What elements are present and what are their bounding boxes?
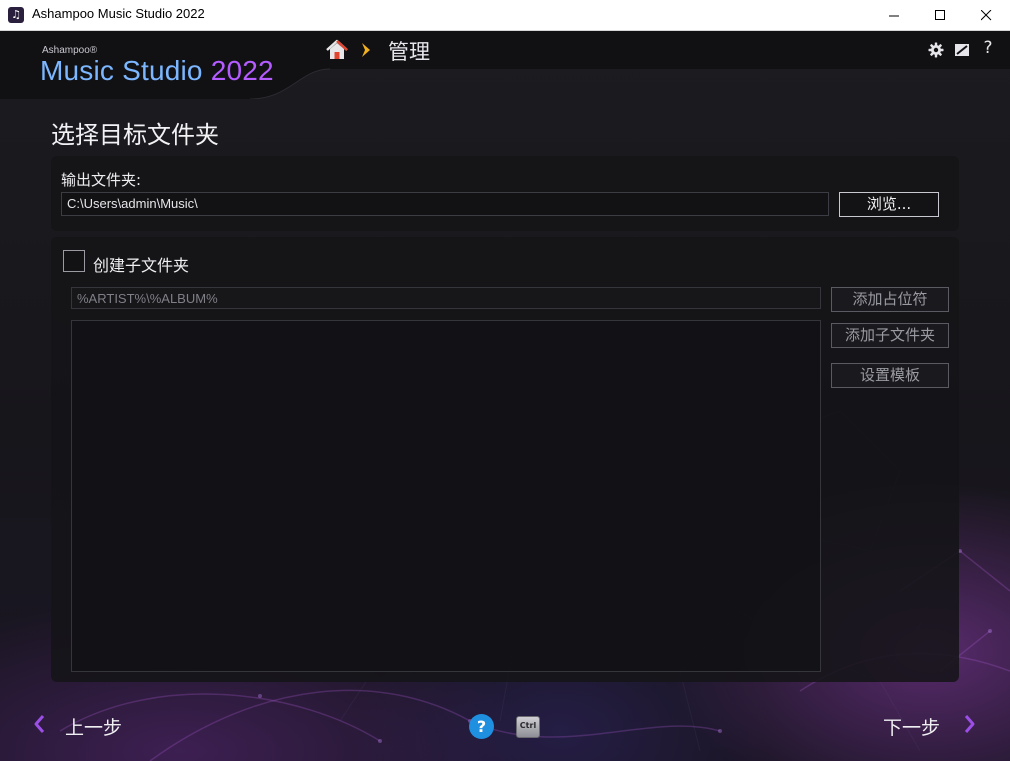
close-button[interactable] bbox=[963, 0, 1009, 30]
create-subfolder-label[interactable]: 创建子文件夹 bbox=[93, 252, 189, 276]
browse-button[interactable]: 浏览... bbox=[839, 192, 939, 217]
keyboard-ctrl-icon[interactable]: Ctrl bbox=[516, 716, 540, 738]
home-icon[interactable] bbox=[325, 38, 349, 62]
next-button[interactable]: 下一步 bbox=[883, 713, 940, 740]
output-folder-label: 输出文件夹: bbox=[61, 171, 142, 189]
create-subfolder-checkbox[interactable] bbox=[63, 250, 85, 272]
subfolder-panel: 创建子文件夹 %ARTIST%\%ALBUM% 添加占位符 添加子文件夹 设置模… bbox=[51, 237, 959, 682]
set-template-button[interactable]: 设置模板 bbox=[831, 363, 949, 388]
app-body: Ashampoo® Music Studio 2022 管理 ? 选择目标文件夹… bbox=[0, 31, 1010, 761]
subfolder-preview-area bbox=[71, 320, 821, 672]
output-folder-panel: 输出文件夹: C:\Users\admin\Music\ 浏览... bbox=[51, 156, 959, 231]
minimize-button[interactable] bbox=[871, 0, 917, 30]
app-window: ♫ Ashampoo Music Studio 2022 Ashampoo® M… bbox=[0, 0, 1010, 761]
add-placeholder-button[interactable]: 添加占位符 bbox=[831, 287, 949, 312]
add-subfolder-button[interactable]: 添加子文件夹 bbox=[831, 323, 949, 348]
app-header: Ashampoo® Music Studio 2022 管理 ? bbox=[0, 31, 1010, 99]
note-edit-glyph bbox=[955, 44, 969, 56]
help-icon[interactable]: ? bbox=[980, 38, 996, 58]
chevron-right-icon bbox=[362, 43, 370, 57]
help-circle-icon[interactable]: ? bbox=[469, 714, 494, 739]
gear-icon-glyph bbox=[928, 42, 944, 58]
minimize-icon bbox=[888, 15, 899, 16]
chevron-left-icon[interactable] bbox=[33, 714, 45, 734]
subfolder-template-input[interactable]: %ARTIST%\%ALBUM% bbox=[71, 287, 821, 309]
output-path-input[interactable]: C:\Users\admin\Music\ bbox=[61, 192, 829, 216]
back-button[interactable]: 上一步 bbox=[65, 713, 122, 740]
brand-product: Music Studio bbox=[40, 55, 203, 86]
maximize-icon bbox=[934, 9, 945, 20]
brand-logo: Music Studio 2022 bbox=[40, 55, 274, 87]
window-title: Ashampoo Music Studio 2022 bbox=[32, 6, 205, 21]
breadcrumb-current: 管理 bbox=[388, 40, 430, 64]
page-title: 选择目标文件夹 bbox=[51, 121, 219, 149]
close-icon bbox=[980, 9, 991, 20]
brand-year: 2022 bbox=[210, 55, 274, 86]
chevron-right-next-icon[interactable] bbox=[964, 714, 976, 734]
music-note-icon: ♫ bbox=[8, 7, 24, 23]
gear-icon[interactable] bbox=[928, 42, 944, 58]
note-edit-icon[interactable] bbox=[954, 42, 970, 58]
maximize-button[interactable] bbox=[917, 0, 963, 30]
title-bar: ♫ Ashampoo Music Studio 2022 bbox=[0, 0, 1010, 31]
